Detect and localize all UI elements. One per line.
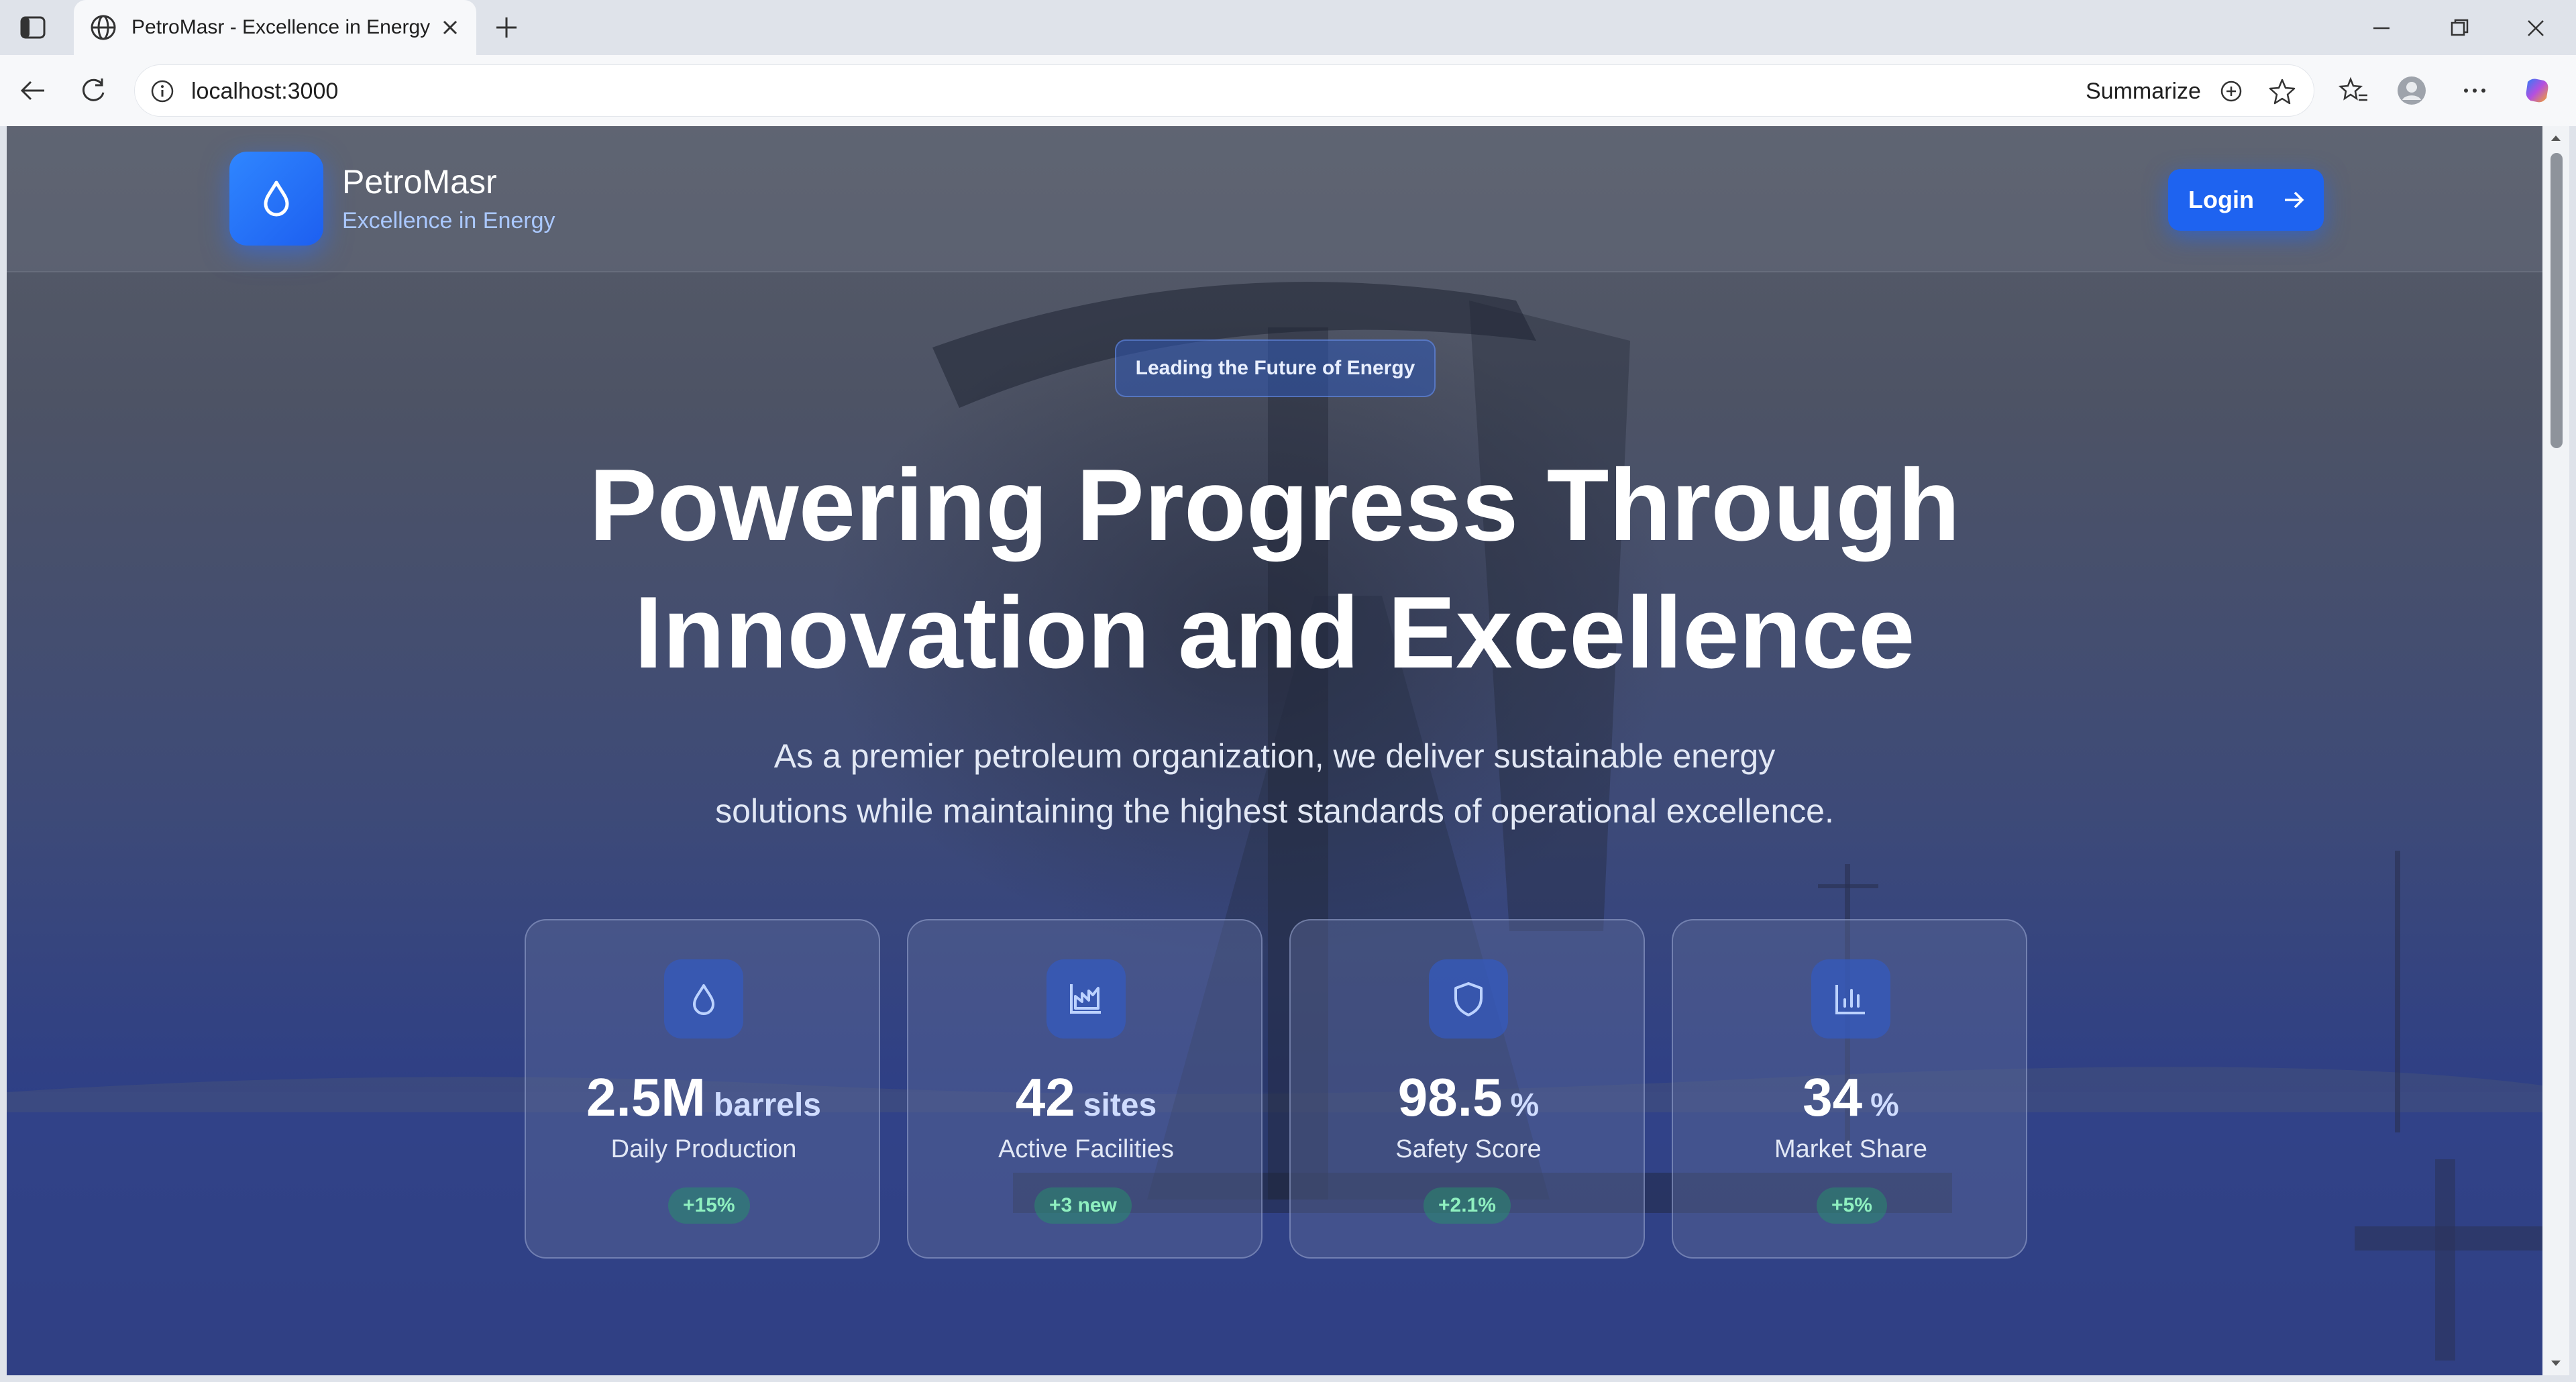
login-label: Login bbox=[2188, 186, 2254, 213]
browser-tab[interactable]: PetroMasr - Excellence in Energy bbox=[74, 0, 476, 55]
address-bar[interactable]: localhost:3000 Summarize bbox=[134, 64, 2314, 117]
stat-label: Daily Production bbox=[610, 1135, 797, 1163]
stat-card-facilities: 42 sites Active Facilities +3 new bbox=[907, 919, 1263, 1259]
login-button[interactable]: Login bbox=[2168, 169, 2324, 231]
summarize-button[interactable]: Summarize bbox=[2086, 78, 2201, 105]
page-viewport: PetroMasr Excellence in Energy Login Lea… bbox=[7, 126, 2542, 1375]
page-scrollbar[interactable] bbox=[2542, 126, 2569, 1375]
factory-icon bbox=[1046, 959, 1126, 1039]
hero-headline: Powering Progress Through Innovation and… bbox=[7, 441, 2542, 696]
stat-value: 34 bbox=[1803, 1067, 1863, 1127]
site-info-icon[interactable] bbox=[150, 78, 175, 104]
summarize-icon[interactable] bbox=[2217, 77, 2245, 105]
arrow-right-icon bbox=[2285, 191, 2304, 209]
stat-label: Safety Score bbox=[1395, 1135, 1542, 1163]
stat-delta-badge: +3 new bbox=[1034, 1187, 1132, 1224]
stat-delta-badge: +15% bbox=[668, 1187, 750, 1224]
url-text[interactable]: localhost:3000 bbox=[191, 78, 338, 105]
globe-icon bbox=[91, 15, 116, 40]
droplet-icon bbox=[264, 180, 289, 217]
stat-delta-badge: +5% bbox=[1817, 1187, 1887, 1224]
stat-unit: sites bbox=[1083, 1087, 1157, 1123]
brand-tagline: Excellence in Energy bbox=[342, 208, 555, 233]
stat-value: 98.5 bbox=[1397, 1067, 1503, 1127]
hero-badge: Leading the Future of Energy bbox=[1115, 339, 1436, 397]
stat-unit: % bbox=[1870, 1087, 1899, 1123]
close-window-icon[interactable] bbox=[2522, 15, 2549, 42]
tab-title: PetroMasr - Excellence in Energy bbox=[131, 16, 431, 38]
browser-tab-bar: PetroMasr - Excellence in Energy bbox=[0, 0, 2576, 55]
close-tab-icon[interactable] bbox=[440, 17, 460, 38]
stat-value: 2.5M bbox=[586, 1067, 706, 1127]
stat-delta-badge: +2.1% bbox=[1424, 1187, 1511, 1224]
headline-line-1: Powering Progress Through bbox=[589, 448, 1960, 562]
stat-card-safety: 98.5% Safety Score +2.1% bbox=[1289, 919, 1645, 1259]
bar-chart-icon bbox=[1811, 959, 1890, 1039]
minimize-icon[interactable] bbox=[2368, 15, 2395, 42]
description-line-2: solutions while maintaining the highest … bbox=[715, 792, 1834, 830]
restore-icon[interactable] bbox=[2446, 15, 2473, 42]
droplet-icon bbox=[664, 959, 743, 1039]
stat-unit: % bbox=[1510, 1087, 1540, 1123]
stat-unit: barrels bbox=[713, 1087, 821, 1123]
scroll-down-icon[interactable] bbox=[2549, 1357, 2563, 1370]
scroll-thumb[interactable] bbox=[2551, 153, 2563, 448]
favorite-star-icon[interactable] bbox=[2268, 77, 2296, 105]
browser-toolbar: localhost:3000 Summarize bbox=[0, 55, 2576, 126]
description-line-1: As a premier petroleum organization, we … bbox=[773, 737, 1776, 775]
site-header: PetroMasr Excellence in Energy Login bbox=[7, 126, 2542, 272]
scroll-up-icon[interactable] bbox=[2549, 131, 2563, 145]
sidebar-toggle-icon[interactable] bbox=[17, 13, 48, 42]
stat-card-market-share: 34% Market Share +5% bbox=[1672, 919, 2027, 1259]
brand-name: PetroMasr bbox=[342, 163, 497, 201]
profile-avatar-icon[interactable] bbox=[2396, 75, 2427, 106]
favorites-icon[interactable] bbox=[2339, 75, 2369, 106]
back-arrow-icon[interactable] bbox=[17, 75, 48, 106]
stat-label: Market Share bbox=[1774, 1135, 1928, 1163]
shield-icon bbox=[1429, 959, 1508, 1039]
reload-icon[interactable] bbox=[78, 75, 109, 106]
stat-card-production: 2.5M barrels Daily Production +15% bbox=[525, 919, 880, 1259]
copilot-icon[interactable] bbox=[2522, 75, 2553, 106]
hero-description: As a premier petroleum organization, we … bbox=[7, 729, 2542, 839]
new-tab-icon[interactable] bbox=[491, 12, 522, 43]
stat-value: 42 bbox=[1015, 1067, 1075, 1127]
stat-label: Active Facilities bbox=[998, 1135, 1174, 1163]
more-options-icon[interactable] bbox=[2459, 75, 2490, 106]
headline-line-2: Innovation and Excellence bbox=[634, 576, 1915, 690]
logo[interactable] bbox=[229, 152, 323, 246]
